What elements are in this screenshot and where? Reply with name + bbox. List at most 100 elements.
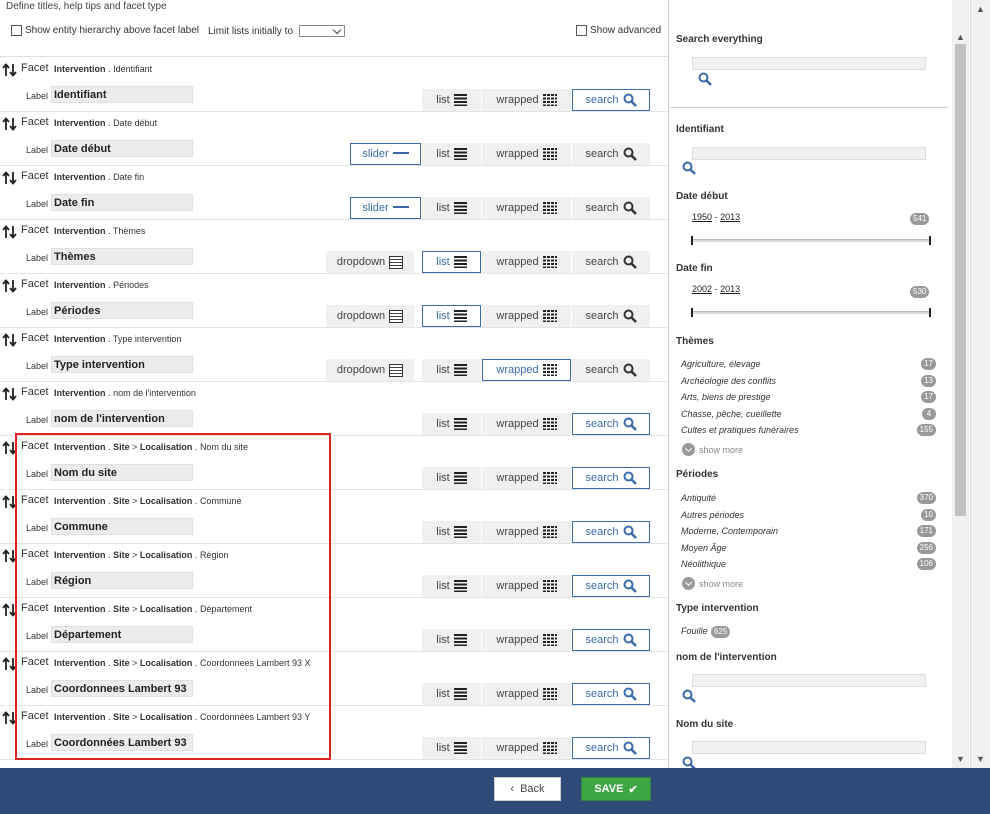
facet-type-search-button[interactable]: search <box>572 251 650 273</box>
date-debut-to[interactable]: 2013 <box>720 212 740 222</box>
periodes-item[interactable]: Moyen Âge <box>681 543 727 553</box>
facet-type-search-button[interactable]: search <box>572 359 650 381</box>
scrollbar-thumb[interactable] <box>955 44 966 516</box>
date-fin-to[interactable]: 2013 <box>720 284 740 294</box>
facet-type-list-button[interactable]: list <box>422 467 481 489</box>
scroll-up-icon[interactable]: ▲ <box>952 30 969 44</box>
themes-item[interactable]: Arts, biens de prestige <box>681 392 771 402</box>
page-scrollbar[interactable]: ▲ ▼ <box>970 0 990 768</box>
facet-type-list-button[interactable]: list <box>422 413 481 435</box>
facet-type-wrapped-button[interactable]: wrapped <box>482 683 571 705</box>
search-everything-input[interactable] <box>692 57 926 70</box>
sort-icon[interactable] <box>2 495 18 509</box>
themes-show-more[interactable]: show more <box>682 443 743 456</box>
periodes-show-more[interactable]: show more <box>682 577 743 590</box>
facet-label-input[interactable]: Type intervention <box>51 356 193 373</box>
nom-intervention-input[interactable] <box>692 674 926 687</box>
facet-type-dropdown-button[interactable]: dropdown <box>326 359 414 381</box>
facet-label-input[interactable]: Département <box>51 626 193 643</box>
facet-type-dropdown-button[interactable]: dropdown <box>326 305 414 327</box>
facet-type-search-button[interactable]: search <box>572 89 650 111</box>
themes-item[interactable]: Cultes et pratiques funéraires <box>681 425 799 435</box>
sort-icon[interactable] <box>2 333 18 347</box>
identifiant-input[interactable] <box>692 147 926 160</box>
preview-scrollbar[interactable]: ▲ ▼ <box>952 0 969 768</box>
facet-type-dropdown-button[interactable]: dropdown <box>326 251 414 273</box>
facet-type-wrapped-button[interactable]: wrapped <box>482 305 571 327</box>
slider-handle-min[interactable] <box>691 308 693 317</box>
facet-label-input[interactable]: Thèmes <box>51 248 193 265</box>
facet-type-wrapped-button[interactable]: wrapped <box>482 89 571 111</box>
periodes-item[interactable]: Autres périodes <box>681 510 744 520</box>
facet-type-list-button[interactable]: list <box>422 737 481 759</box>
sort-icon[interactable] <box>2 387 18 401</box>
search-icon[interactable] <box>698 72 712 86</box>
slider-handle-min[interactable] <box>691 236 693 245</box>
facet-type-list-button[interactable]: list <box>422 683 481 705</box>
facet-type-search-button[interactable]: search <box>572 413 650 435</box>
sort-icon[interactable] <box>2 117 18 131</box>
scroll-up-icon[interactable]: ▲ <box>972 2 989 16</box>
type-intervention-item[interactable]: Fouille <box>681 626 708 636</box>
date-debut-from[interactable]: 1950 <box>692 212 712 222</box>
periodes-item[interactable]: Antiquité <box>681 493 716 503</box>
slider-handle-max[interactable] <box>929 308 931 317</box>
search-icon[interactable] <box>682 756 696 768</box>
sort-icon[interactable] <box>2 441 18 455</box>
facet-type-list-button[interactable]: list <box>422 359 481 381</box>
facet-type-wrapped-button[interactable]: wrapped <box>482 737 571 759</box>
search-icon[interactable] <box>682 689 696 703</box>
facet-type-wrapped-button[interactable]: wrapped <box>482 467 571 489</box>
facet-type-wrapped-button[interactable]: wrapped <box>482 575 571 597</box>
show-hierarchy-option[interactable]: Show entity hierarchy above facet label <box>11 25 199 36</box>
facet-type-search-button[interactable]: search <box>572 575 650 597</box>
facet-type-wrapped-button[interactable]: wrapped <box>482 629 571 651</box>
sort-icon[interactable] <box>2 171 18 185</box>
facet-type-list-button[interactable]: list <box>422 629 481 651</box>
facet-type-wrapped-button[interactable]: wrapped <box>482 251 571 273</box>
date-debut-slider[interactable] <box>691 236 931 245</box>
facet-type-search-button[interactable]: search <box>572 521 650 543</box>
facet-type-list-button[interactable]: list <box>422 575 481 597</box>
sort-icon[interactable] <box>2 63 18 77</box>
slider-handle-max[interactable] <box>929 236 931 245</box>
facet-type-search-button[interactable]: search <box>572 467 650 489</box>
themes-item[interactable]: Chasse, pêche, cueillette <box>681 409 782 419</box>
back-button[interactable]: ‹ Back <box>494 777 561 801</box>
sort-icon[interactable] <box>2 657 18 671</box>
show-advanced-checkbox[interactable] <box>576 25 587 36</box>
periodes-item[interactable]: Néolithique <box>681 559 726 569</box>
facet-type-list-button[interactable]: list <box>422 521 481 543</box>
facet-type-search-button[interactable]: search <box>572 143 650 165</box>
facet-label-input[interactable]: Date début <box>51 140 193 157</box>
sort-icon[interactable] <box>2 225 18 239</box>
facet-label-input[interactable]: Identifiant <box>51 86 193 103</box>
facet-label-input[interactable]: Commune <box>51 518 193 535</box>
limit-lists-select[interactable] <box>299 25 346 37</box>
facet-type-search-button[interactable]: search <box>572 197 650 219</box>
facet-type-list-button[interactable]: list <box>422 251 481 273</box>
facet-label-input[interactable]: Région <box>51 572 193 589</box>
themes-item[interactable]: Agriculture, élevage <box>681 359 761 369</box>
facet-label-input[interactable]: Date fin <box>51 194 193 211</box>
scroll-down-icon[interactable]: ▼ <box>952 752 969 766</box>
date-fin-from[interactable]: 2002 <box>692 284 712 294</box>
periodes-item[interactable]: Moderne, Contemporain <box>681 526 778 536</box>
date-fin-slider[interactable] <box>691 308 931 317</box>
show-hierarchy-checkbox[interactable] <box>11 25 22 36</box>
facet-label-input[interactable]: nom de l'intervention <box>51 410 193 427</box>
facet-type-slider-button[interactable]: slider <box>350 143 421 165</box>
facet-type-wrapped-button[interactable]: wrapped <box>482 143 571 165</box>
facet-type-wrapped-button[interactable]: wrapped <box>482 359 571 381</box>
nom-site-input[interactable] <box>692 741 926 754</box>
sort-icon[interactable] <box>2 279 18 293</box>
facet-type-list-button[interactable]: list <box>422 89 481 111</box>
facet-type-search-button[interactable]: search <box>572 737 650 759</box>
facet-type-search-button[interactable]: search <box>572 305 650 327</box>
sort-icon[interactable] <box>2 603 18 617</box>
facet-label-input[interactable]: Nom du site <box>51 464 193 481</box>
scroll-down-icon[interactable]: ▼ <box>972 752 989 766</box>
facet-type-wrapped-button[interactable]: wrapped <box>482 413 571 435</box>
sort-icon[interactable] <box>2 711 18 725</box>
show-advanced-option[interactable]: Show advanced <box>576 25 661 36</box>
